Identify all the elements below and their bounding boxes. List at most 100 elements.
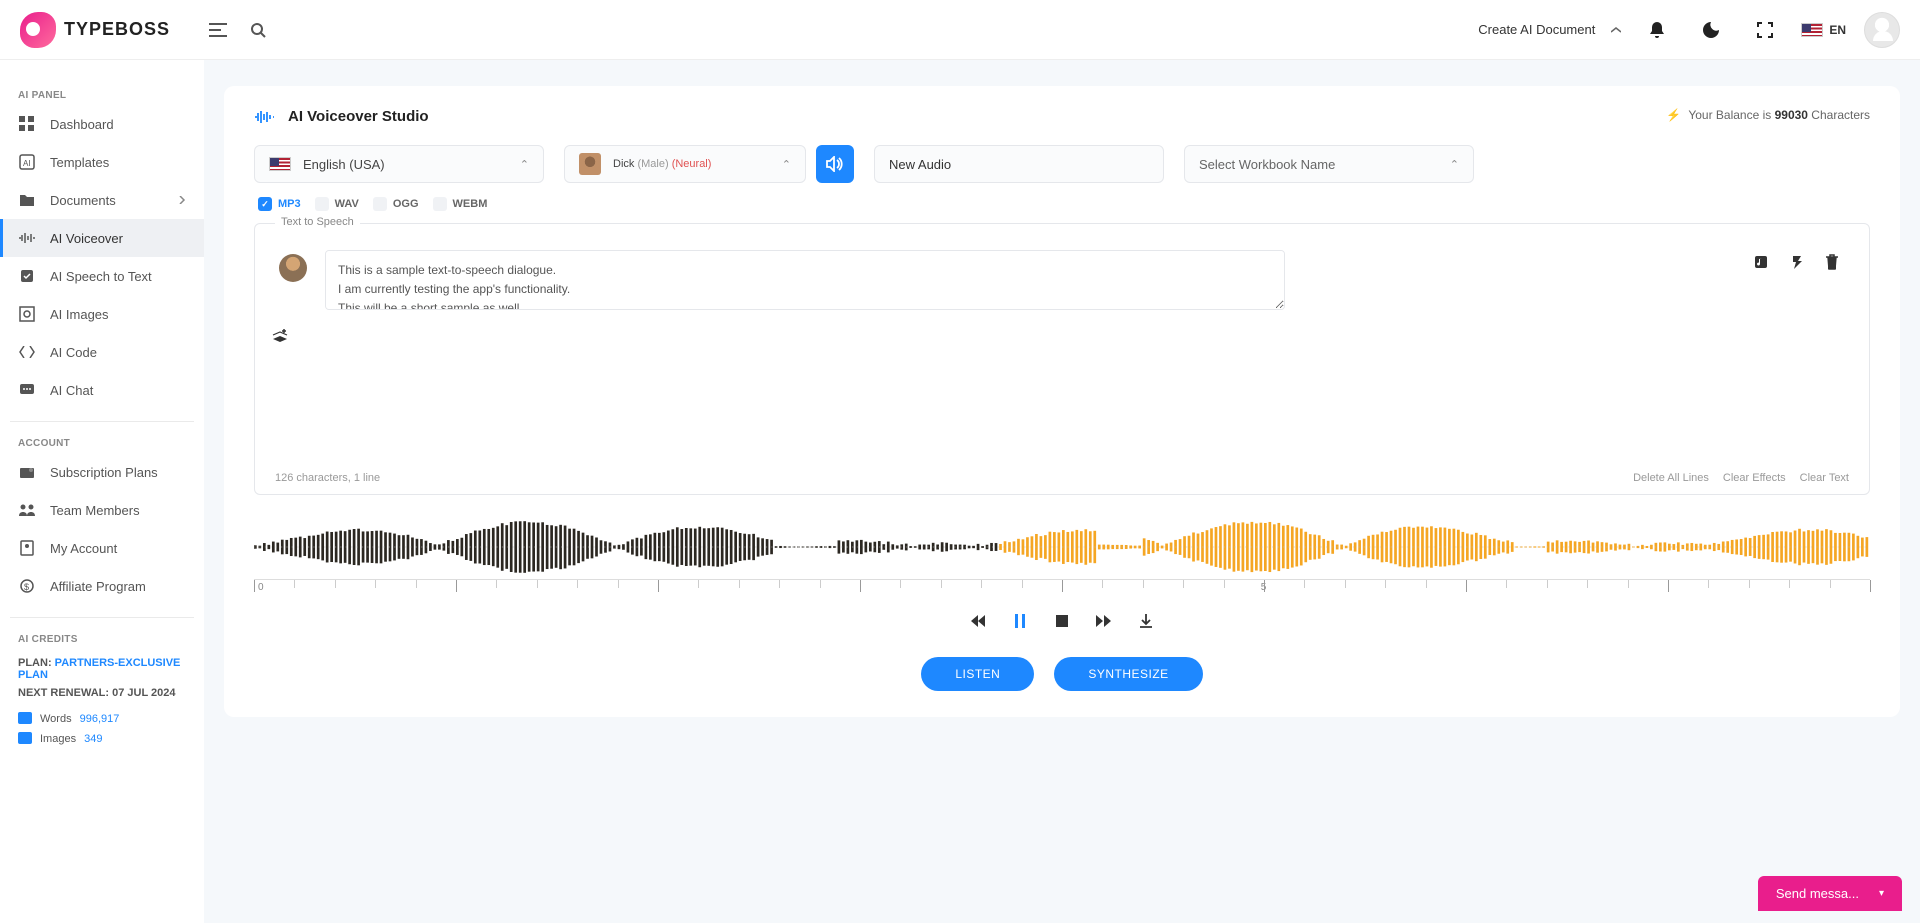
format-label: WEBM [453, 198, 488, 210]
credit-label: Words [40, 713, 72, 725]
sidebar: AI PANEL Dashboard AI Templates Document… [0, 60, 204, 923]
forward-button[interactable] [1094, 611, 1114, 631]
balance-prefix: Your Balance is [1688, 108, 1774, 122]
speaker-avatar[interactable] [279, 254, 307, 282]
chevron-up-icon: ⌃ [1450, 158, 1459, 171]
renewal-value: 07 JUL 2024 [112, 687, 175, 699]
format-webm[interactable]: WEBM [433, 197, 488, 211]
main-content: AI Voiceover Studio ⚡ Your Balance is 99… [204, 0, 1920, 923]
synthesize-button[interactable]: SYNTHESIZE [1054, 657, 1202, 691]
sidebar-item-ai-voiceover[interactable]: AI Voiceover [0, 219, 204, 257]
sidebar-item-label: AI Chat [50, 383, 93, 398]
clear-effects-link[interactable]: Clear Effects [1723, 472, 1786, 484]
sidebar-item-label: Documents [50, 193, 116, 208]
voice-name: Dick [613, 158, 634, 170]
search-icon[interactable] [240, 12, 276, 48]
create-document-dropdown[interactable]: Create AI Document [1478, 22, 1621, 37]
fullscreen-icon[interactable] [1747, 12, 1783, 48]
download-button[interactable] [1136, 611, 1156, 631]
chat-widget[interactable]: Send messa... ▾ [1758, 876, 1902, 911]
pause-button[interactable] [1010, 611, 1030, 631]
sidebar-item-team-members[interactable]: Team Members [0, 491, 204, 529]
waveform-display[interactable] [254, 517, 1870, 577]
preview-voice-button[interactable] [816, 145, 854, 183]
workbook-dropdown[interactable]: Select Workbook Name ⌃ [1184, 145, 1474, 183]
credit-row-words: Words 996,917 [18, 709, 186, 729]
images-icon [18, 305, 36, 323]
sidebar-item-label: Dashboard [50, 117, 114, 132]
sidebar-item-my-account[interactable]: My Account [0, 529, 204, 567]
sidebar-item-ai-code[interactable]: AI Code [0, 333, 204, 371]
credit-label: Images [40, 733, 76, 745]
sidebar-item-label: Templates [50, 155, 109, 170]
sidebar-item-documents[interactable]: Documents [0, 181, 204, 219]
chat-label: Send messa... [1776, 886, 1859, 901]
bolt-icon: ⚡ [1666, 108, 1681, 122]
dashboard-icon [18, 115, 36, 133]
sidebar-item-ai-speech-to-text[interactable]: AI Speech to Text [0, 257, 204, 295]
chevron-up-icon [1611, 27, 1621, 33]
flag-us-icon [269, 157, 291, 171]
format-label: OGG [393, 198, 419, 210]
sidebar-item-templates[interactable]: AI Templates [0, 143, 204, 181]
format-label: MP3 [278, 198, 301, 210]
credit-row-images: Images 349 [18, 729, 186, 749]
documents-icon [18, 191, 36, 209]
code-icon [18, 343, 36, 361]
affiliate-icon: $ [18, 577, 36, 595]
effects-icon[interactable] [1789, 254, 1807, 272]
user-avatar[interactable] [1864, 12, 1900, 48]
audio-name-input[interactable] [874, 145, 1164, 183]
add-line-button[interactable] [271, 328, 1853, 342]
speech-to-text-icon [18, 267, 36, 285]
sidebar-section-account: ACCOUNT [0, 434, 204, 453]
trash-icon[interactable] [1825, 254, 1843, 272]
format-label: WAV [335, 198, 359, 210]
sidebar-section-ai-credits: AI CREDITS [0, 630, 204, 649]
renewal-label: NEXT RENEWAL: [18, 687, 109, 699]
language-selector[interactable]: EN [1801, 23, 1846, 37]
sidebar-item-ai-images[interactable]: AI Images [0, 295, 204, 333]
listen-button[interactable]: LISTEN [921, 657, 1034, 691]
voice-dropdown[interactable]: Dick (Male) (Neural) ⌃ [564, 145, 806, 183]
chat-icon [18, 381, 36, 399]
voiceover-icon [18, 229, 36, 247]
stop-button[interactable] [1052, 611, 1072, 631]
tts-panel: Text to Speech 126 characters, 1 line De… [254, 223, 1870, 495]
format-mp3[interactable]: ✓MP3 [258, 197, 301, 211]
sidebar-item-affiliate-program[interactable]: $ Affiliate Program [0, 567, 204, 605]
tts-textarea[interactable] [325, 250, 1285, 310]
credit-value: 996,917 [80, 713, 120, 725]
music-note-icon[interactable] [1753, 254, 1771, 272]
rewind-button[interactable] [968, 611, 988, 631]
format-wav[interactable]: WAV [315, 197, 359, 211]
team-icon [18, 501, 36, 519]
sidebar-section-ai-panel: AI PANEL [0, 86, 204, 105]
sidebar-divider [10, 617, 194, 618]
sidebar-divider [10, 421, 194, 422]
create-document-label: Create AI Document [1478, 22, 1595, 37]
sidebar-item-label: AI Speech to Text [50, 269, 152, 284]
waveform-timeline[interactable]: 0 5 [254, 579, 1870, 597]
delete-all-lines-link[interactable]: Delete All Lines [1633, 472, 1709, 484]
chevron-up-icon: ⌃ [782, 158, 791, 171]
language-value: English (USA) [303, 157, 385, 172]
sidebar-item-ai-chat[interactable]: AI Chat [0, 371, 204, 409]
account-icon [18, 539, 36, 557]
clear-text-link[interactable]: Clear Text [1800, 472, 1849, 484]
sidebar-item-dashboard[interactable]: Dashboard [0, 105, 204, 143]
svg-text:$: $ [24, 582, 29, 592]
images-credit-icon [18, 732, 32, 746]
studio-wave-icon [254, 109, 274, 125]
language-dropdown[interactable]: English (USA) ⌃ [254, 145, 544, 183]
brand-logo[interactable]: TYPEBOSS [20, 12, 170, 48]
flag-us-icon [1801, 23, 1823, 37]
renewal-info: NEXT RENEWAL: 07 JUL 2024 [18, 685, 186, 701]
menu-toggle-icon[interactable] [200, 12, 236, 48]
dark-mode-icon[interactable] [1693, 12, 1729, 48]
format-ogg[interactable]: OGG [373, 197, 419, 211]
notifications-icon[interactable] [1639, 12, 1675, 48]
words-icon [18, 712, 32, 726]
sidebar-item-subscription-plans[interactable]: Subscription Plans [0, 453, 204, 491]
templates-icon: AI [18, 153, 36, 171]
